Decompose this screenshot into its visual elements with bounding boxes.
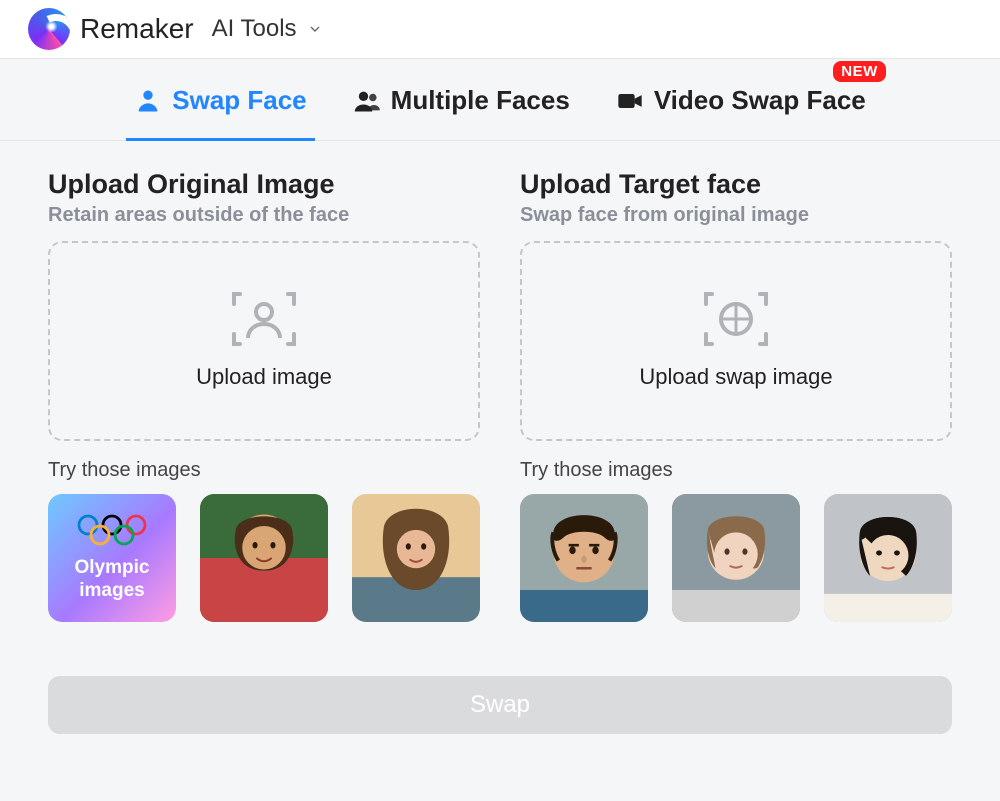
new-badge: NEW bbox=[833, 61, 886, 82]
panel-title: Upload Target face bbox=[520, 169, 952, 200]
panel-subtitle: Swap face from original image bbox=[520, 204, 952, 227]
thumb-face-2[interactable] bbox=[672, 494, 800, 622]
thumb-face-3[interactable] bbox=[824, 494, 952, 622]
try-images-label: Try those images bbox=[48, 459, 480, 482]
video-icon bbox=[616, 87, 644, 115]
chevron-down-icon bbox=[307, 21, 323, 37]
original-image-panel: Upload Original Image Retain areas outsi… bbox=[48, 169, 480, 622]
thumb-face-1[interactable] bbox=[520, 494, 648, 622]
thumb-sample-1[interactable] bbox=[200, 494, 328, 622]
header: Remaker AI Tools bbox=[0, 0, 1000, 59]
ai-tools-label: AI Tools bbox=[212, 15, 297, 43]
try-images-label: Try those images bbox=[520, 459, 952, 482]
ai-tools-dropdown[interactable]: AI Tools bbox=[212, 15, 323, 43]
swap-button-label: Swap bbox=[470, 691, 530, 719]
logo-icon bbox=[28, 8, 70, 50]
target-dropzone[interactable]: Upload swap image bbox=[520, 241, 952, 441]
thumb-sample-2[interactable] bbox=[352, 494, 480, 622]
person-icon bbox=[134, 87, 162, 115]
tab-label: Multiple Faces bbox=[391, 85, 570, 116]
swap-button[interactable]: Swap bbox=[48, 676, 952, 734]
brand-text: Remaker bbox=[80, 13, 194, 45]
original-thumbs: Olympic images bbox=[48, 494, 480, 622]
dropzone-text: Upload swap image bbox=[639, 364, 832, 390]
tab-multiple-faces[interactable]: Multiple Faces bbox=[345, 59, 578, 140]
content: Upload Original Image Retain areas outsi… bbox=[0, 141, 1000, 636]
olympic-rings-icon bbox=[76, 513, 148, 549]
tabs: Swap Face Multiple Faces Video Swap Face… bbox=[0, 59, 1000, 141]
thumb-olympic-images[interactable]: Olympic images bbox=[48, 494, 176, 622]
tab-label: Swap Face bbox=[172, 85, 306, 116]
brand-logo[interactable]: Remaker bbox=[28, 8, 194, 50]
tab-video-swap-face[interactable]: Video Swap Face NEW bbox=[608, 59, 874, 140]
target-thumbs bbox=[520, 494, 952, 622]
original-dropzone[interactable]: Upload image bbox=[48, 241, 480, 441]
upload-face-grid-icon bbox=[704, 292, 768, 346]
panel-title: Upload Original Image bbox=[48, 169, 480, 200]
tab-swap-face[interactable]: Swap Face bbox=[126, 59, 314, 140]
tab-label: Video Swap Face bbox=[654, 85, 866, 116]
upload-face-scan-icon bbox=[232, 292, 296, 346]
thumb-label: Olympic images bbox=[48, 557, 176, 603]
panel-subtitle: Retain areas outside of the face bbox=[48, 204, 480, 227]
dropzone-text: Upload image bbox=[196, 364, 332, 390]
people-icon bbox=[353, 87, 381, 115]
target-face-panel: Upload Target face Swap face from origin… bbox=[520, 169, 952, 622]
